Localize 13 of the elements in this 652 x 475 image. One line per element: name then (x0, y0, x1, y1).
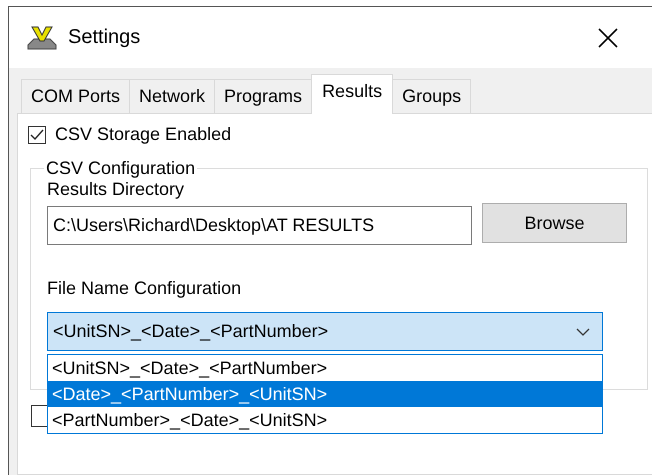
browse-button[interactable]: Browse (482, 203, 627, 243)
file-name-dropdown[interactable]: <UnitSN>_<Date>_<PartNumber> (47, 312, 603, 351)
field-label: Results Directory (47, 179, 186, 200)
directory-input-field[interactable]: C:\Users\Richard\Desktop\AT RESULTS (47, 206, 472, 245)
field-label: File Name Configuration (47, 278, 242, 299)
dropdown-option[interactable]: <Date>_<PartNumber>_<UnitSN> (48, 381, 602, 407)
dropdown-value: <UnitSN>_<Date>_<PartNumber> (53, 321, 330, 342)
tab[interactable]: Groups (392, 79, 472, 114)
tab[interactable]: Results (311, 74, 394, 114)
tab[interactable]: COM Ports (21, 79, 130, 114)
window-title: Settings (68, 26, 142, 49)
checkbox-label: CSV Storage Enabled (55, 124, 232, 145)
group-title: CSV Configuration (45, 158, 196, 179)
